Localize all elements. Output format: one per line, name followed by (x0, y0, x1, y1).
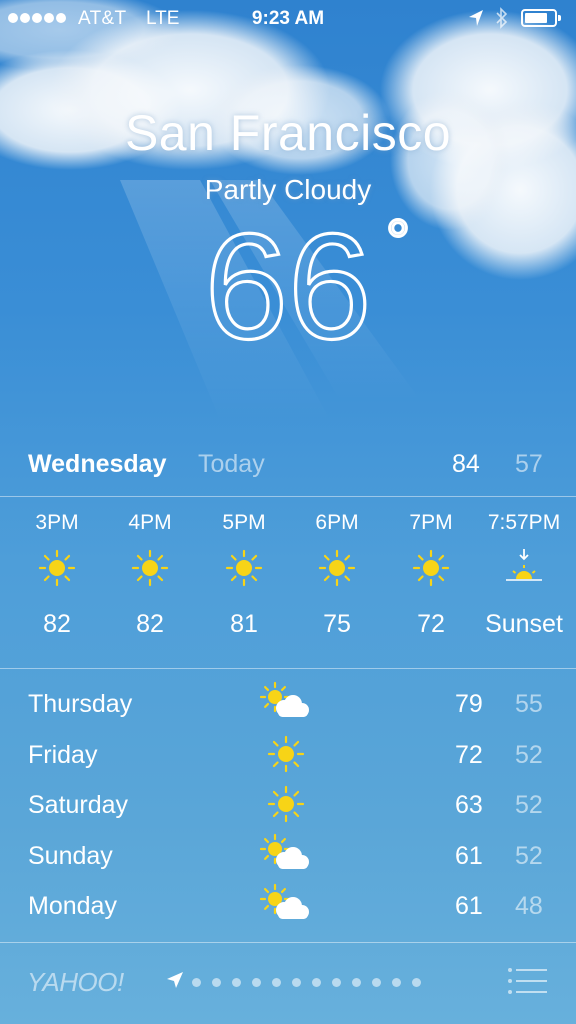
page-dot[interactable] (292, 978, 301, 987)
daily-forecast[interactable]: Thursday 79 55 Friday 72 52 Saturday 63 … (0, 680, 576, 933)
hourly-item: 3PM 82 (7, 508, 107, 642)
partly-cloudy-icon (258, 680, 314, 726)
page-dot[interactable] (352, 978, 361, 987)
sun-icon (258, 731, 314, 777)
daily-low: 48 (515, 892, 543, 920)
daily-high: 63 (455, 791, 483, 819)
hour-temp: 72 (417, 610, 445, 638)
yahoo-link[interactable]: YAHOO! (27, 967, 124, 998)
partly-cloudy-icon (258, 832, 314, 878)
divider (0, 942, 576, 943)
daily-day: Friday (28, 740, 98, 769)
hourly-item: 7PM 72 (381, 508, 481, 642)
daily-low: 55 (515, 690, 543, 718)
page-dot[interactable] (392, 978, 401, 987)
page-dot[interactable] (332, 978, 341, 987)
daily-day: Thursday (28, 690, 133, 718)
partly-cloudy-icon (258, 882, 314, 928)
daily-high: 61 (455, 892, 483, 920)
current-location-icon[interactable] (166, 971, 184, 994)
page-dot[interactable] (372, 978, 381, 987)
daily-low: 52 (515, 841, 543, 870)
city-list-icon[interactable] (507, 967, 549, 995)
footer-toolbar: YAHOO! (0, 945, 576, 1024)
temperature-value: 66 (205, 210, 372, 360)
sun-icon (381, 546, 481, 596)
sun-icon (7, 546, 107, 596)
page-dot[interactable] (212, 978, 221, 987)
hour-temp: 82 (43, 610, 71, 638)
current-condition: Partly Cloudy (204, 174, 372, 205)
hourly-forecast[interactable]: 3PM 82 4PM 82 5PM 81 6PM 75 7PM 72 7:57P… (0, 508, 576, 658)
hour-temp: 75 (323, 610, 351, 638)
daily-row: Saturday 63 52 (0, 781, 576, 832)
hour-time: 4PM (128, 511, 172, 534)
page-dot[interactable] (412, 978, 421, 987)
status-time: 9:23 AM (251, 8, 325, 29)
today-day: Wednesday (28, 450, 167, 478)
sun-icon (100, 546, 200, 596)
page-dot[interactable] (272, 978, 281, 987)
daily-row: Friday 72 52 (0, 731, 576, 782)
daily-low: 52 (515, 740, 543, 769)
daily-day: Sunday (28, 841, 113, 870)
divider (0, 668, 576, 669)
daily-row: Sunday 61 52 (0, 832, 576, 883)
daily-high: 72 (455, 740, 483, 769)
hourly-item: 6PM 75 (287, 508, 387, 642)
daily-row: Monday 61 48 (0, 882, 576, 933)
today-high: 84 (452, 450, 480, 478)
sunset-label: Sunset (485, 610, 563, 638)
daily-day: Monday (28, 892, 117, 920)
hourly-item: 5PM 81 (194, 508, 294, 642)
battery-icon (521, 9, 561, 27)
hour-time: 6PM (315, 511, 359, 534)
hour-time: 7PM (409, 511, 453, 534)
location-arrow-icon (468, 9, 484, 33)
daily-high: 79 (455, 690, 483, 718)
page-dot[interactable] (232, 978, 241, 987)
current-temperature: 66 ° (0, 210, 576, 360)
hour-temp: 82 (136, 610, 164, 638)
hour-temp: 81 (230, 610, 258, 638)
hourly-item: 4PM 82 (100, 508, 200, 642)
hour-time: 5PM (222, 511, 266, 534)
page-dot[interactable] (192, 978, 201, 987)
daily-day: Saturday (28, 791, 129, 819)
divider (0, 496, 576, 497)
sun-icon (287, 546, 387, 596)
bluetooth-icon (496, 7, 508, 35)
hourly-item: 7:57PM Sunset (474, 508, 574, 642)
sun-icon (194, 546, 294, 596)
status-bar: AT&T LTE 9:23 AM (0, 0, 576, 38)
today-label: Today (198, 450, 265, 478)
sunset-icon (474, 546, 574, 596)
degree-symbol: ° (386, 210, 410, 275)
today-summary: Wednesday Today 84 57 (0, 445, 576, 485)
today-low: 57 (515, 450, 543, 478)
page-dot[interactable] (252, 978, 261, 987)
hour-time: 3PM (35, 511, 79, 534)
page-indicator[interactable] (192, 978, 421, 987)
daily-high: 61 (455, 841, 483, 870)
page-dot[interactable] (312, 978, 321, 987)
city-name: San Francisco (124, 105, 452, 161)
daily-low: 52 (515, 791, 543, 819)
sun-icon (258, 781, 314, 827)
daily-row: Thursday 79 55 (0, 680, 576, 731)
hour-time: 7:57PM (487, 511, 561, 534)
